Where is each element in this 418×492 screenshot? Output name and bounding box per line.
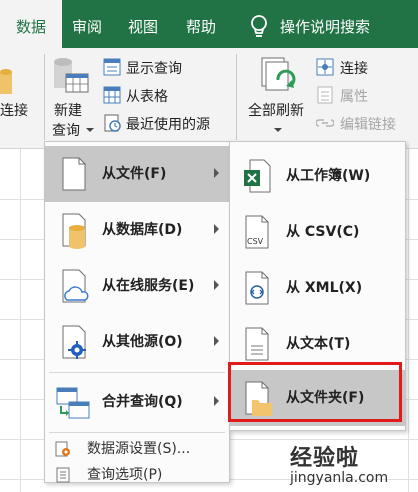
menu-separator (49, 372, 225, 373)
menu-item-label: 合并查询(Q) (102, 394, 183, 410)
refresh-all-label[interactable]: 全部刷新 (248, 100, 304, 120)
file-icon (62, 157, 86, 191)
show-queries-button[interactable]: 显示查询 (126, 58, 182, 78)
xml-file-icon (245, 271, 269, 305)
new-query-label-2[interactable]: 查询 (52, 120, 80, 140)
menu-item-from-other-sources[interactable]: 从其他源(O) (45, 314, 229, 370)
watermark-top: 经验啦 (290, 446, 360, 471)
watermark: 经验啦 jingyanla.com (290, 440, 418, 492)
text-file-icon (245, 327, 269, 361)
menu-item-label: 数据源设置(S)... (87, 441, 191, 457)
submenu-item-from-xml[interactable]: 从 XML(X) (230, 260, 405, 316)
menu-item-query-options[interactable]: 查询选项(P) (45, 461, 229, 489)
edit-links-button: 编辑链接 (340, 117, 396, 133)
csv-badge: CSV (247, 237, 264, 246)
chevron-right-icon (214, 280, 219, 290)
table-icon[interactable] (103, 86, 121, 104)
menu-item-combine-queries[interactable]: 合并查询(Q) (45, 374, 229, 430)
menu-item-data-source-settings[interactable]: 数据源设置(S)... (45, 435, 229, 463)
tell-me-search[interactable]: 操作说明搜索 (280, 0, 370, 48)
highlight-annotation (228, 362, 402, 422)
database-icon (62, 213, 86, 249)
ribbon-body: 连接 新建 查询 显示查询 从表格 最近使用的源 全部刷新 连接 属性 编辑链接 (0, 48, 418, 149)
menu-item-from-online-services[interactable]: 从在线服务(E) (45, 258, 229, 314)
cloud-icon (62, 269, 89, 303)
menu-item-label: 从在线服务(E) (102, 278, 195, 294)
new-query-icon[interactable] (52, 56, 90, 96)
recent-sources-icon[interactable] (103, 114, 121, 132)
menu-item-from-file[interactable]: 从文件(F) (45, 146, 229, 202)
tab-review[interactable]: 审阅 (72, 0, 102, 48)
connections-button[interactable]: 连接 (340, 58, 368, 78)
csv-file-icon: CSV (245, 215, 269, 249)
chevron-right-icon (214, 336, 219, 346)
tab-help[interactable]: 帮助 (186, 0, 216, 48)
combine-queries-icon (56, 387, 90, 419)
new-query-label-1[interactable]: 新建 (54, 100, 82, 120)
edit-links-icon (316, 119, 334, 127)
submenu-item-label: 从 CSV(C) (286, 224, 360, 240)
excel-workbook-icon (244, 159, 271, 193)
gridline (20, 149, 21, 492)
show-queries-icon[interactable] (103, 58, 121, 76)
submenu-item-from-workbook[interactable]: 从工作簿(W) (230, 148, 405, 204)
settings-icon (55, 441, 70, 457)
new-query-menu: 从文件(F) 从数据库(D) 从在线服务(E) 从其他源(O) 合并查询(Q) … (44, 141, 230, 483)
connections-icon[interactable] (316, 58, 334, 76)
chevron-down-icon[interactable] (274, 128, 282, 132)
submenu-item-label: 从工作簿(W) (286, 168, 371, 184)
lightbulb-icon[interactable] (248, 14, 270, 40)
menu-item-label: 从数据库(D) (102, 222, 183, 238)
ribbon-tab-bar: 数据 审阅 视图 帮助 操作说明搜索 (0, 0, 418, 48)
database-icon (0, 69, 12, 94)
properties-icon (317, 86, 333, 104)
connections-cut-label[interactable]: 连接 (0, 100, 28, 120)
menu-separator (49, 432, 225, 433)
menu-item-label: 从其他源(O) (102, 334, 183, 350)
menu-item-label: 从文件(F) (102, 166, 167, 182)
gear-icon (62, 325, 86, 359)
tab-data[interactable]: 数据 (0, 0, 62, 48)
submenu-item-label: 从 XML(X) (286, 280, 363, 296)
watermark-bottom: jingyanla.com (290, 470, 389, 486)
from-table-button[interactable]: 从表格 (126, 86, 168, 106)
menu-item-from-database[interactable]: 从数据库(D) (45, 202, 229, 258)
properties-button: 属性 (340, 89, 368, 105)
submenu-item-from-csv[interactable]: CSV 从 CSV(C) (230, 204, 405, 260)
ribbon-separator (236, 54, 237, 140)
recent-sources-button[interactable]: 最近使用的源 (126, 114, 210, 134)
refresh-all-icon[interactable] (258, 56, 296, 96)
ribbon-separator (44, 54, 45, 140)
query-options-icon (56, 467, 70, 483)
chevron-down-icon[interactable] (86, 128, 94, 132)
chevron-right-icon (214, 168, 219, 178)
chevron-right-icon (214, 224, 219, 234)
chevron-right-icon (214, 396, 219, 406)
menu-item-label: 查询选项(P) (87, 467, 163, 483)
tab-view[interactable]: 视图 (128, 0, 158, 48)
